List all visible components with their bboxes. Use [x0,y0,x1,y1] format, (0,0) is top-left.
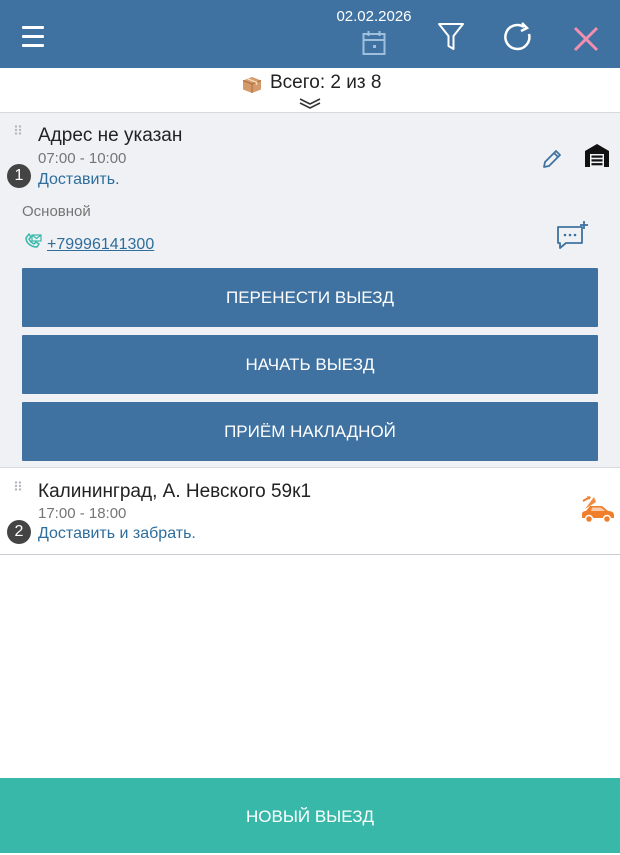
phone-icon [25,233,42,248]
drag-handle-icon[interactable] [14,481,22,493]
drag-handle-icon[interactable] [14,125,22,137]
date-label[interactable]: 02.02.2026 [322,8,426,25]
phone-link[interactable]: +79996141300 [47,236,154,254]
filter-icon[interactable] [437,22,465,52]
visit-action: Доставить и забрать. [38,525,196,542]
chevron-down-icon[interactable] [298,97,322,109]
visit-card[interactable]: Адрес не указан 07:00 - 10:00 1 Доставит… [0,113,620,468]
visit-number-badge: 1 [7,164,31,188]
receive-invoice-button[interactable]: ПРИЁМ НАКЛАДНОЙ [22,402,598,461]
visit-address: Адрес не указан [38,125,183,146]
menu-icon[interactable] [22,26,46,48]
start-visit-button[interactable]: НАЧАТЬ ВЫЕЗД [22,335,598,394]
visit-number-badge: 2 [7,520,31,544]
visit-time: 17:00 - 18:00 [38,505,127,522]
visit-action: Доставить. [38,171,120,188]
delivery-car-icon [582,496,614,524]
visit-card[interactable]: Калининград, А. Невского 59к1 17:00 - 18… [0,468,620,555]
refresh-icon[interactable] [502,22,534,52]
close-icon[interactable] [573,26,599,52]
visit-time: 07:00 - 10:00 [38,150,127,167]
calendar-icon[interactable] [362,30,386,56]
new-visit-button[interactable]: НОВЫЙ ВЫЕЗД [0,778,620,853]
visit-address: Калининград, А. Невского 59к1 [38,481,312,502]
add-comment-icon[interactable] [556,219,590,249]
reschedule-visit-button[interactable]: ПЕРЕНЕСТИ ВЫЕЗД [22,268,598,327]
contact-label: Основной [22,203,91,220]
top-bar: 02.02.2026 [0,0,620,68]
package-icon [242,77,262,93]
warehouse-icon[interactable] [584,143,610,168]
edit-icon[interactable] [540,147,564,171]
summary-total: Всего: 2 из 8 [270,72,382,93]
